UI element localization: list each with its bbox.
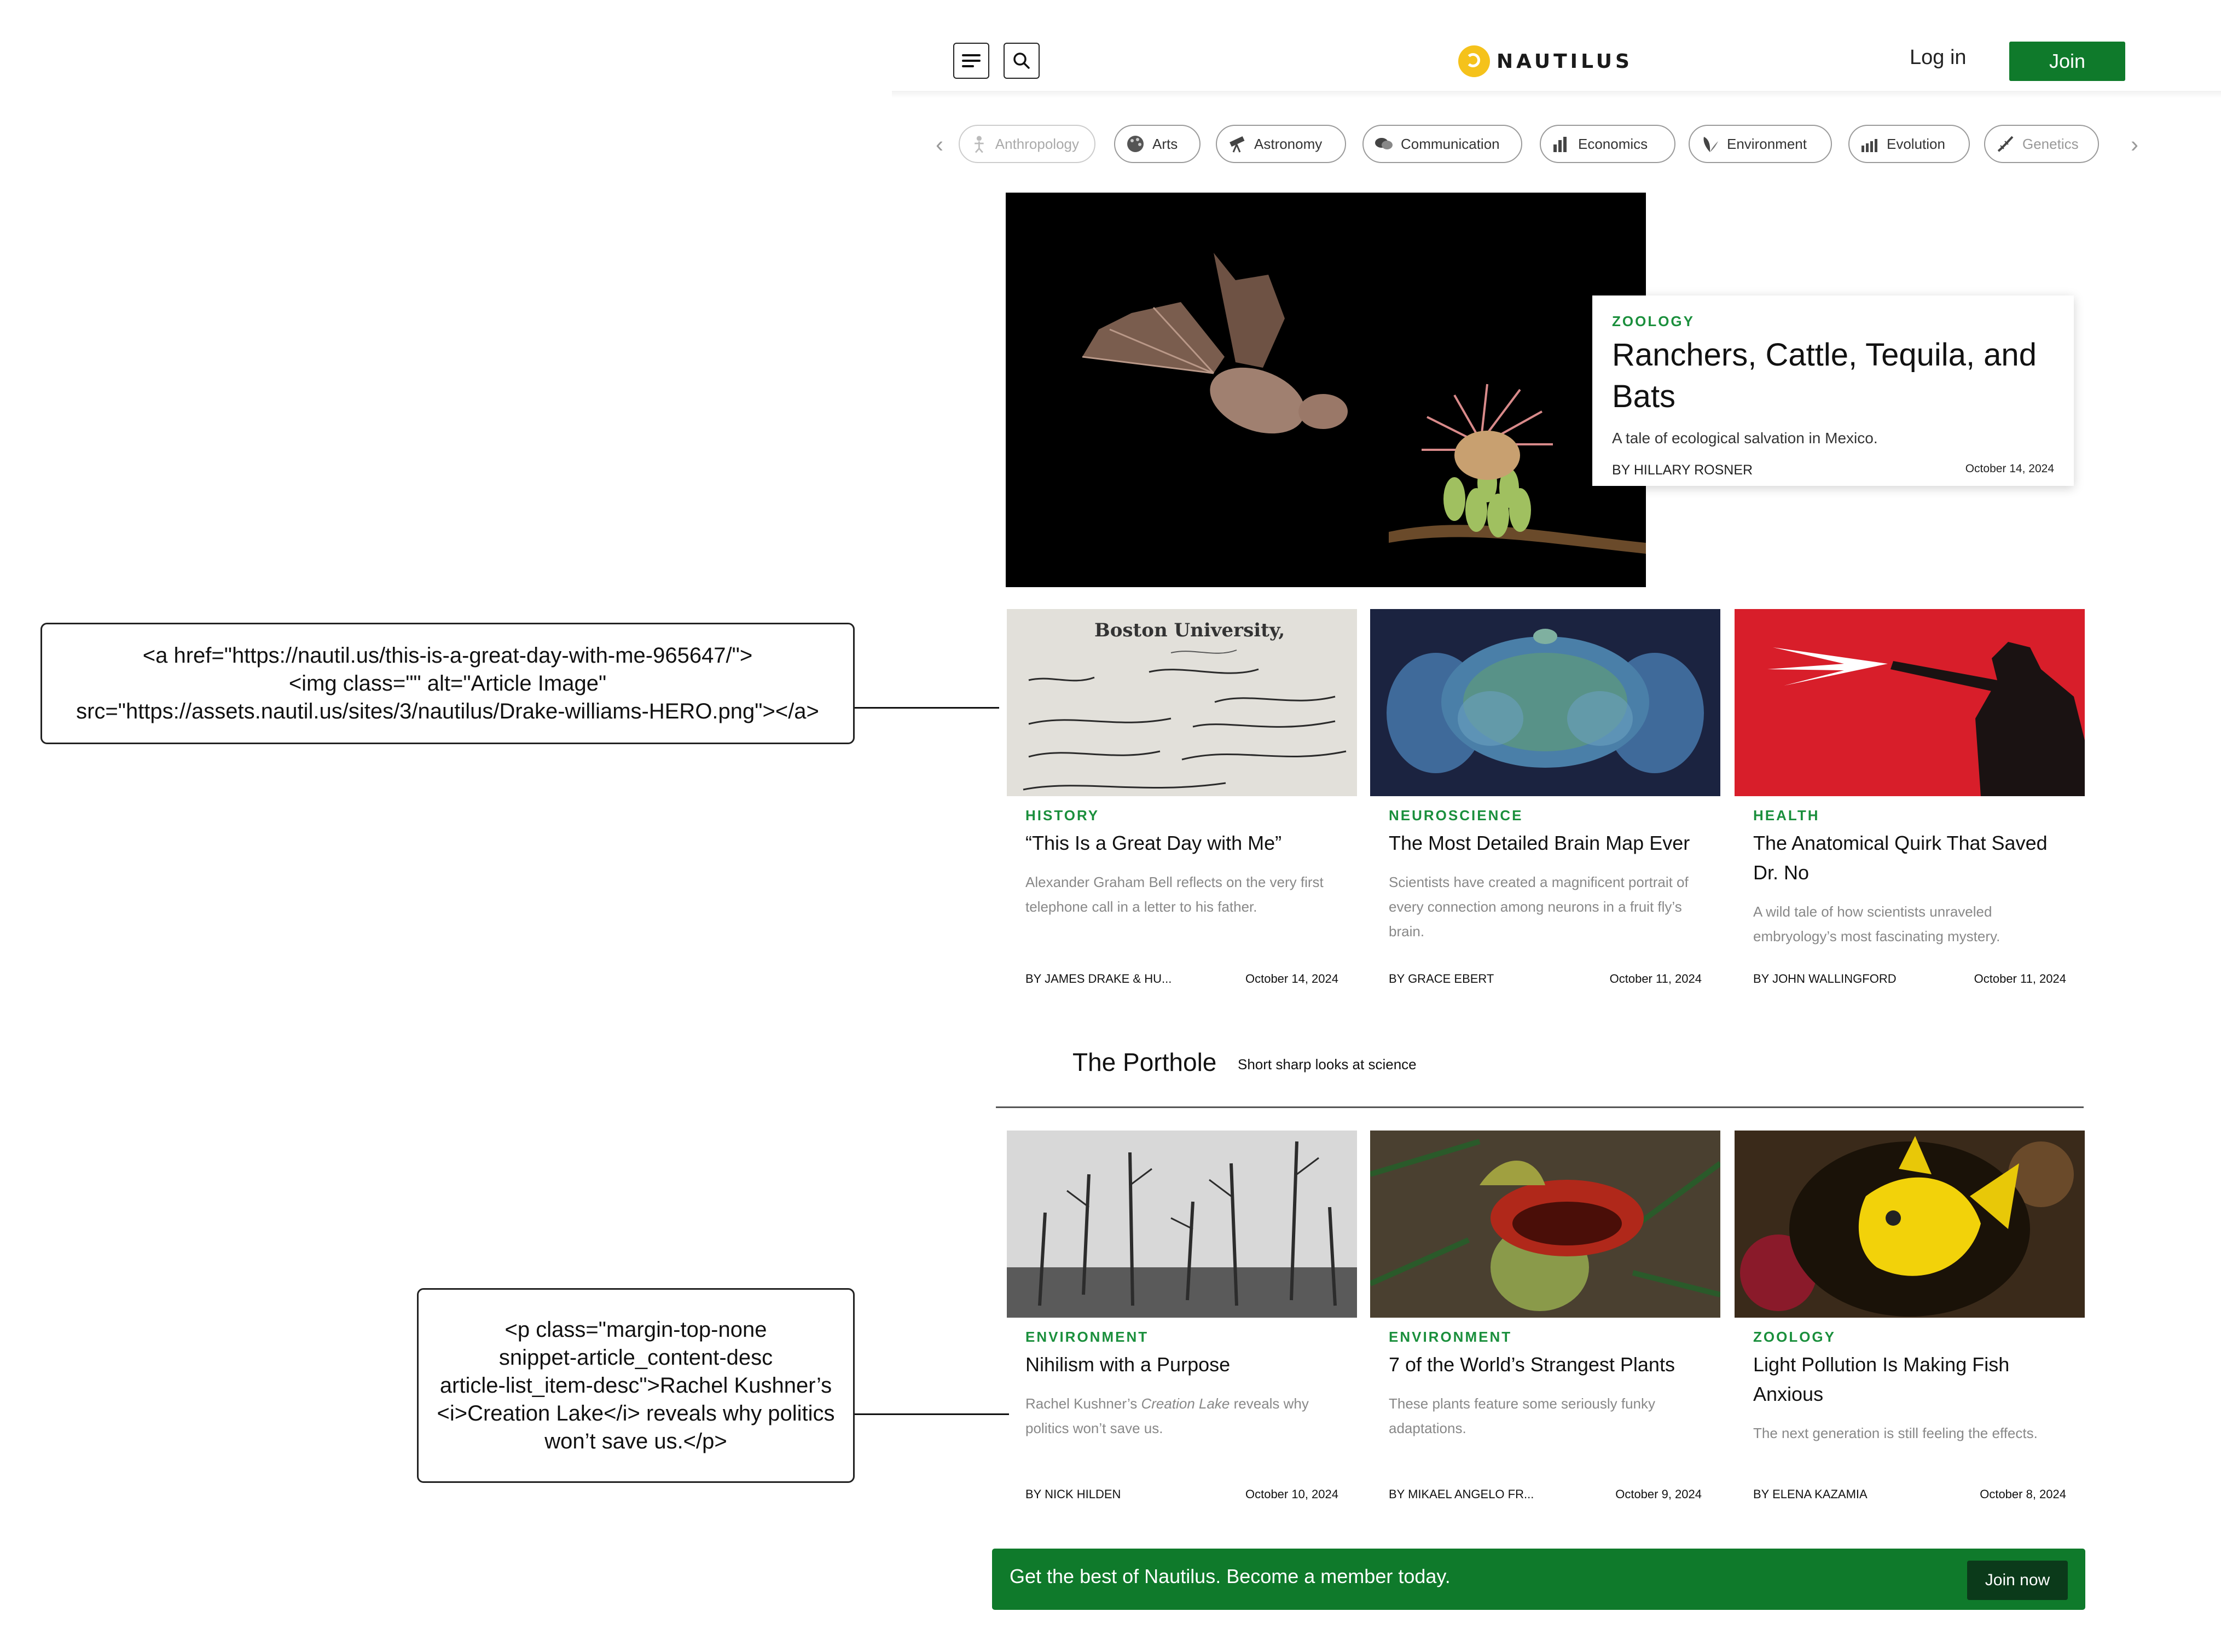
hero-category[interactable]: ZOOLOGY <box>1612 313 2054 330</box>
svg-text:Boston University,: Boston University, <box>1094 619 1285 641</box>
logo-text: NAUTILUS <box>1497 50 1633 73</box>
section-subtitle: Short sharp looks at science <box>1238 1056 1417 1073</box>
article-title[interactable]: “This Is a Great Day with Me” <box>1025 828 1338 858</box>
hero-author[interactable]: BY HILLARY ROSNER <box>1612 462 1753 478</box>
article-date: October 9, 2024 <box>1615 1487 1702 1501</box>
article-card[interactable]: Boston University, HISTORY “This Is a Gr… <box>1007 609 1357 992</box>
article-title[interactable]: 7 of the World’s Strangest Plants <box>1389 1350 1702 1379</box>
chip-label: Evolution <box>1887 135 1945 152</box>
category-chip-economics[interactable]: Economics <box>1540 125 1675 163</box>
article-card[interactable]: ZOOLOGY Light Pollution Is Making Fish A… <box>1735 1131 2085 1514</box>
join-now-button[interactable]: Join now <box>1967 1561 2068 1600</box>
chips-next-arrow[interactable]: › <box>2131 131 2138 158</box>
article-category[interactable]: ZOOLOGY <box>1753 1329 2066 1346</box>
category-chip-communication[interactable]: Communication <box>1362 125 1522 163</box>
annotation-html-link-image: <a href="https://nautil.us/this-is-a-gre… <box>40 623 855 744</box>
category-chip-evolution[interactable]: Evolution <box>1848 125 1970 163</box>
annotation-html-description: <p class="margin-top-none snippet-articl… <box>417 1288 855 1483</box>
article-image-letter[interactable]: Boston University, <box>1007 609 1357 796</box>
article-title[interactable]: The Anatomical Quirk That Saved Dr. No <box>1753 828 2066 888</box>
article-date: October 14, 2024 <box>1245 972 1338 986</box>
chip-label: Genetics <box>2022 135 2079 152</box>
article-author[interactable]: BY JOHN WALLINGFORD <box>1753 972 1897 986</box>
chip-label: Astronomy <box>1254 135 1323 152</box>
search-icon <box>1013 53 1030 69</box>
figure-icon <box>975 136 984 153</box>
search-button[interactable] <box>1004 43 1040 79</box>
category-chip-genetics[interactable]: Genetics <box>1984 125 2099 163</box>
category-chip-astronomy[interactable]: Astronomy <box>1216 125 1346 163</box>
hero-title[interactable]: Ranchers, Cattle, Tequila, and Bats <box>1612 334 2054 418</box>
article-category[interactable]: ENVIRONMENT <box>1025 1329 1338 1346</box>
article-card[interactable]: ENVIRONMENT 7 of the World’s Strangest P… <box>1370 1131 1720 1514</box>
article-category[interactable]: HISTORY <box>1025 807 1338 824</box>
article-image-yellow-fish[interactable] <box>1735 1131 2085 1318</box>
article-author[interactable]: BY MIKAEL ANGELO FR... <box>1389 1487 1534 1502</box>
section-divider <box>996 1106 2084 1108</box>
article-description: Rachel Kushner’s Creation Lake reveals w… <box>1025 1395 1309 1436</box>
nautilus-shell-icon <box>1458 45 1490 77</box>
category-chip-anthropology[interactable]: Anthropology <box>959 125 1095 163</box>
membership-banner: Get the best of Nautilus. Become a membe… <box>992 1549 2085 1610</box>
article-author[interactable]: BY GRACE EBERT <box>1389 972 1494 986</box>
banner-text: Get the best of Nautilus. Become a membe… <box>1010 1565 1451 1587</box>
palette-icon <box>1127 136 1144 152</box>
article-card[interactable]: ENVIRONMENT Nihilism with a Purpose Rach… <box>1007 1131 1357 1514</box>
article-image-pitcher-plant[interactable] <box>1370 1131 1720 1318</box>
hamburger-icon <box>962 54 981 67</box>
hero-date: October 14, 2024 <box>1965 462 2054 475</box>
article-image-brain[interactable] <box>1370 609 1720 796</box>
menu-button[interactable] <box>953 43 989 79</box>
header-divider <box>892 91 2221 98</box>
site-logo[interactable]: NAUTILUS <box>1458 44 1633 79</box>
annotation-leader-line <box>855 1413 1009 1415</box>
telescope-icon <box>1230 136 1245 153</box>
article-date: October 8, 2024 <box>1980 1487 2066 1501</box>
join-button[interactable]: Join <box>2009 42 2125 81</box>
chip-label: Anthropology <box>995 135 1079 152</box>
article-title[interactable]: The Most Detailed Brain Map Ever <box>1389 828 1702 858</box>
category-chip-environment[interactable]: Environment <box>1689 125 1832 163</box>
hero-card[interactable]: ZOOLOGY Ranchers, Cattle, Tequila, and B… <box>1592 295 2074 486</box>
article-description: The next generation is still feeling the… <box>1753 1425 2038 1441</box>
speech-icon <box>1375 138 1393 149</box>
article-image-dead-forest[interactable] <box>1007 1131 1357 1318</box>
section-title[interactable]: The Porthole <box>1072 1047 1216 1077</box>
hero-image-bat[interactable] <box>1006 193 1646 587</box>
article-date: October 10, 2024 <box>1245 1487 1338 1501</box>
chip-label: Arts <box>1152 135 1178 152</box>
article-title[interactable]: Nihilism with a Purpose <box>1025 1350 1338 1379</box>
article-title[interactable]: Light Pollution Is Making Fish Anxious <box>1753 1350 2066 1409</box>
article-image-gunman[interactable] <box>1735 609 2085 796</box>
annotation-leader-line <box>855 707 999 709</box>
dna-icon <box>1997 136 2014 152</box>
article-date: October 11, 2024 <box>1974 972 2066 986</box>
article-date: October 11, 2024 <box>1609 972 1702 986</box>
chip-label: Environment <box>1727 135 1807 152</box>
article-card[interactable]: NEUROSCIENCE The Most Detailed Brain Map… <box>1370 609 1720 992</box>
article-card[interactable]: HEALTH The Anatomical Quirk That Saved D… <box>1735 609 2085 992</box>
chips-prev-arrow[interactable]: ‹ <box>936 131 943 158</box>
chip-label: Economics <box>1578 135 1648 152</box>
article-category[interactable]: NEUROSCIENCE <box>1389 807 1702 824</box>
article-category[interactable]: HEALTH <box>1753 807 2066 824</box>
leaf-icon <box>1703 137 1718 152</box>
chip-label: Communication <box>1401 135 1500 152</box>
article-author[interactable]: BY ELENA KAZAMIA <box>1753 1487 1868 1502</box>
article-category[interactable]: ENVIRONMENT <box>1389 1329 1702 1346</box>
article-description: Scientists have created a magnificent po… <box>1389 874 1689 940</box>
hero-description: A tale of ecological salvation in Mexico… <box>1612 430 1878 447</box>
article-author[interactable]: BY JAMES DRAKE & HU... <box>1025 972 1172 986</box>
article-description: Alexander Graham Bell reflects on the ve… <box>1025 874 1324 915</box>
bar-chart-icon <box>1553 137 1567 152</box>
article-author[interactable]: BY NICK HILDEN <box>1025 1487 1121 1502</box>
login-link[interactable]: Log in <box>1910 46 1967 69</box>
category-chip-arts[interactable]: Arts <box>1114 125 1201 163</box>
evolution-icon <box>1862 139 1877 152</box>
article-description: These plants feature some seriously funk… <box>1389 1395 1656 1436</box>
article-description: A wild tale of how scientists unraveled … <box>1753 903 2000 944</box>
